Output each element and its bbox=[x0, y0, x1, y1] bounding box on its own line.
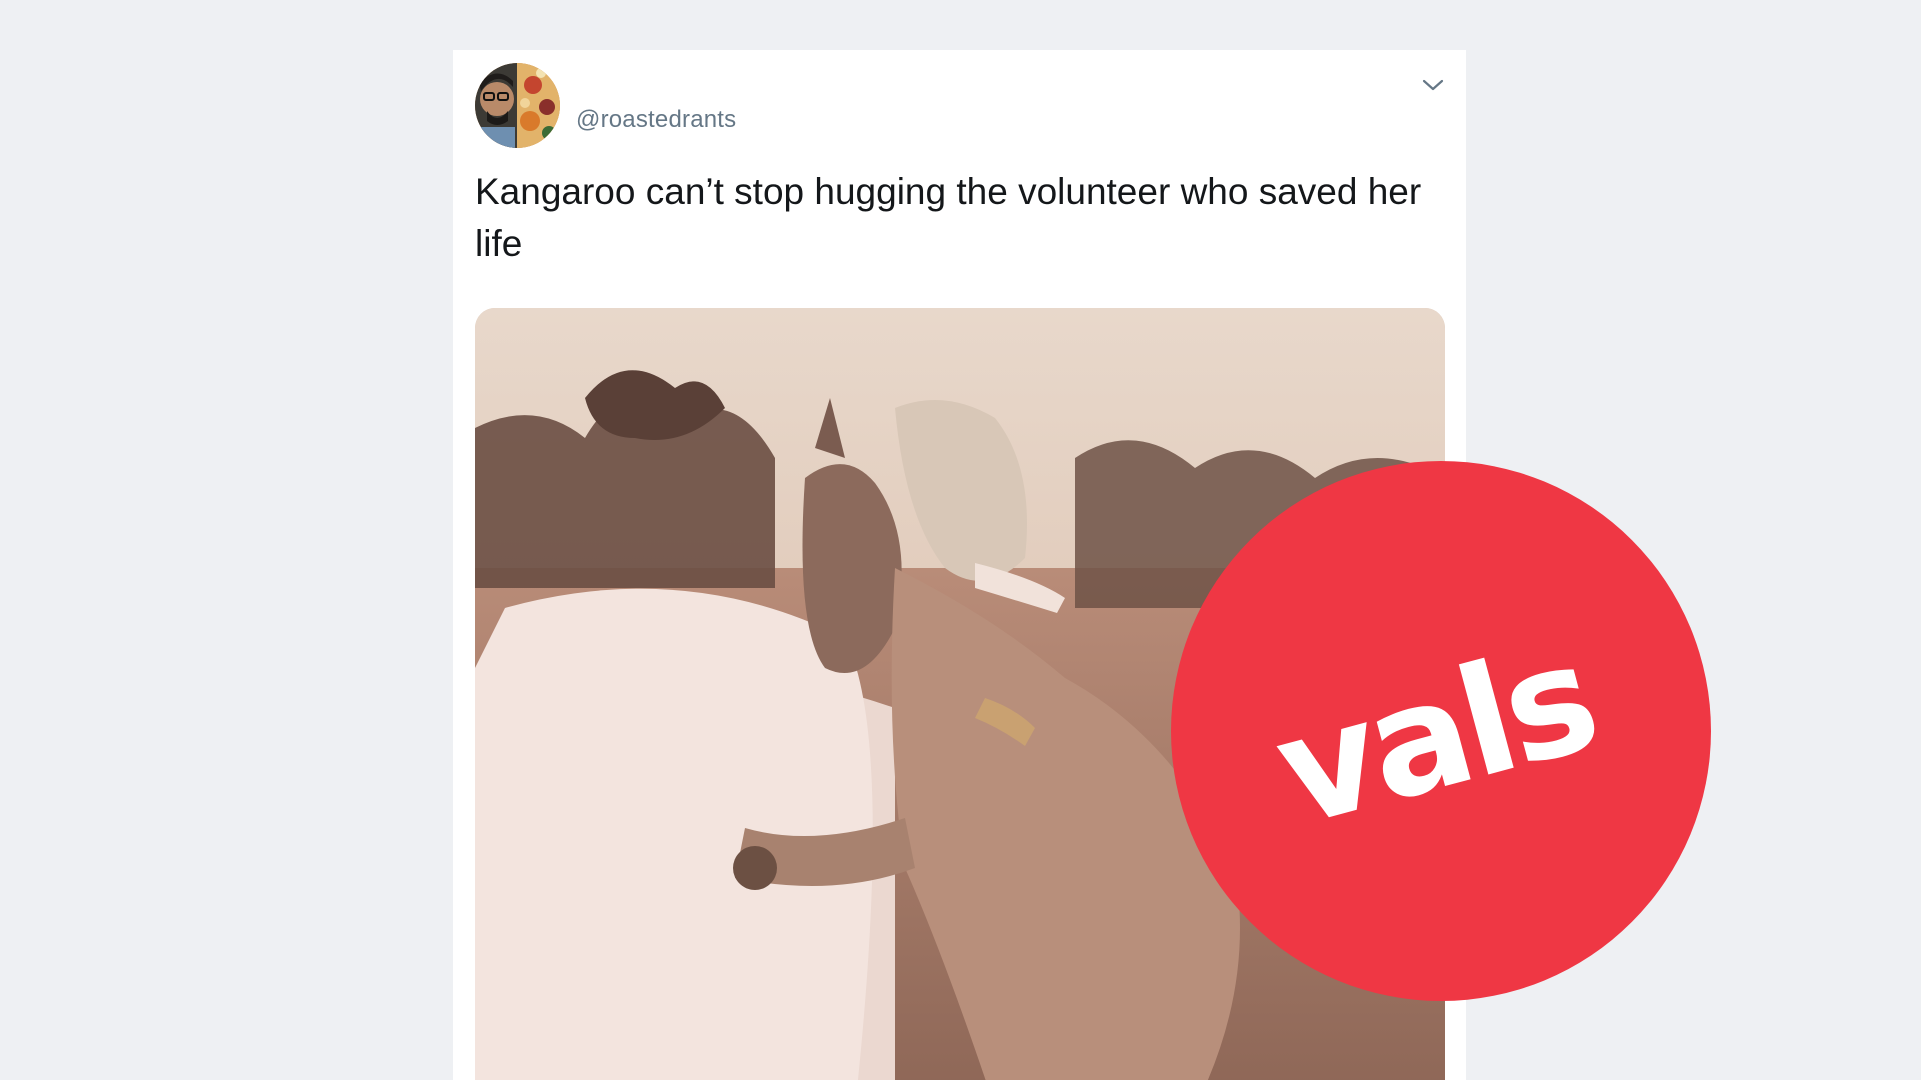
verdict-stamp: vals bbox=[1171, 461, 1711, 1001]
tweet-text: Kangaroo can’t stop hugging the voluntee… bbox=[475, 171, 1422, 264]
avatar-image bbox=[475, 63, 560, 148]
tweet-menu-button[interactable] bbox=[1415, 70, 1451, 100]
avatar[interactable] bbox=[475, 63, 560, 148]
chevron-down-icon bbox=[1422, 79, 1444, 91]
verdict-label: vals bbox=[1260, 611, 1610, 861]
author-handle[interactable]: @roastedrants bbox=[576, 106, 736, 134]
